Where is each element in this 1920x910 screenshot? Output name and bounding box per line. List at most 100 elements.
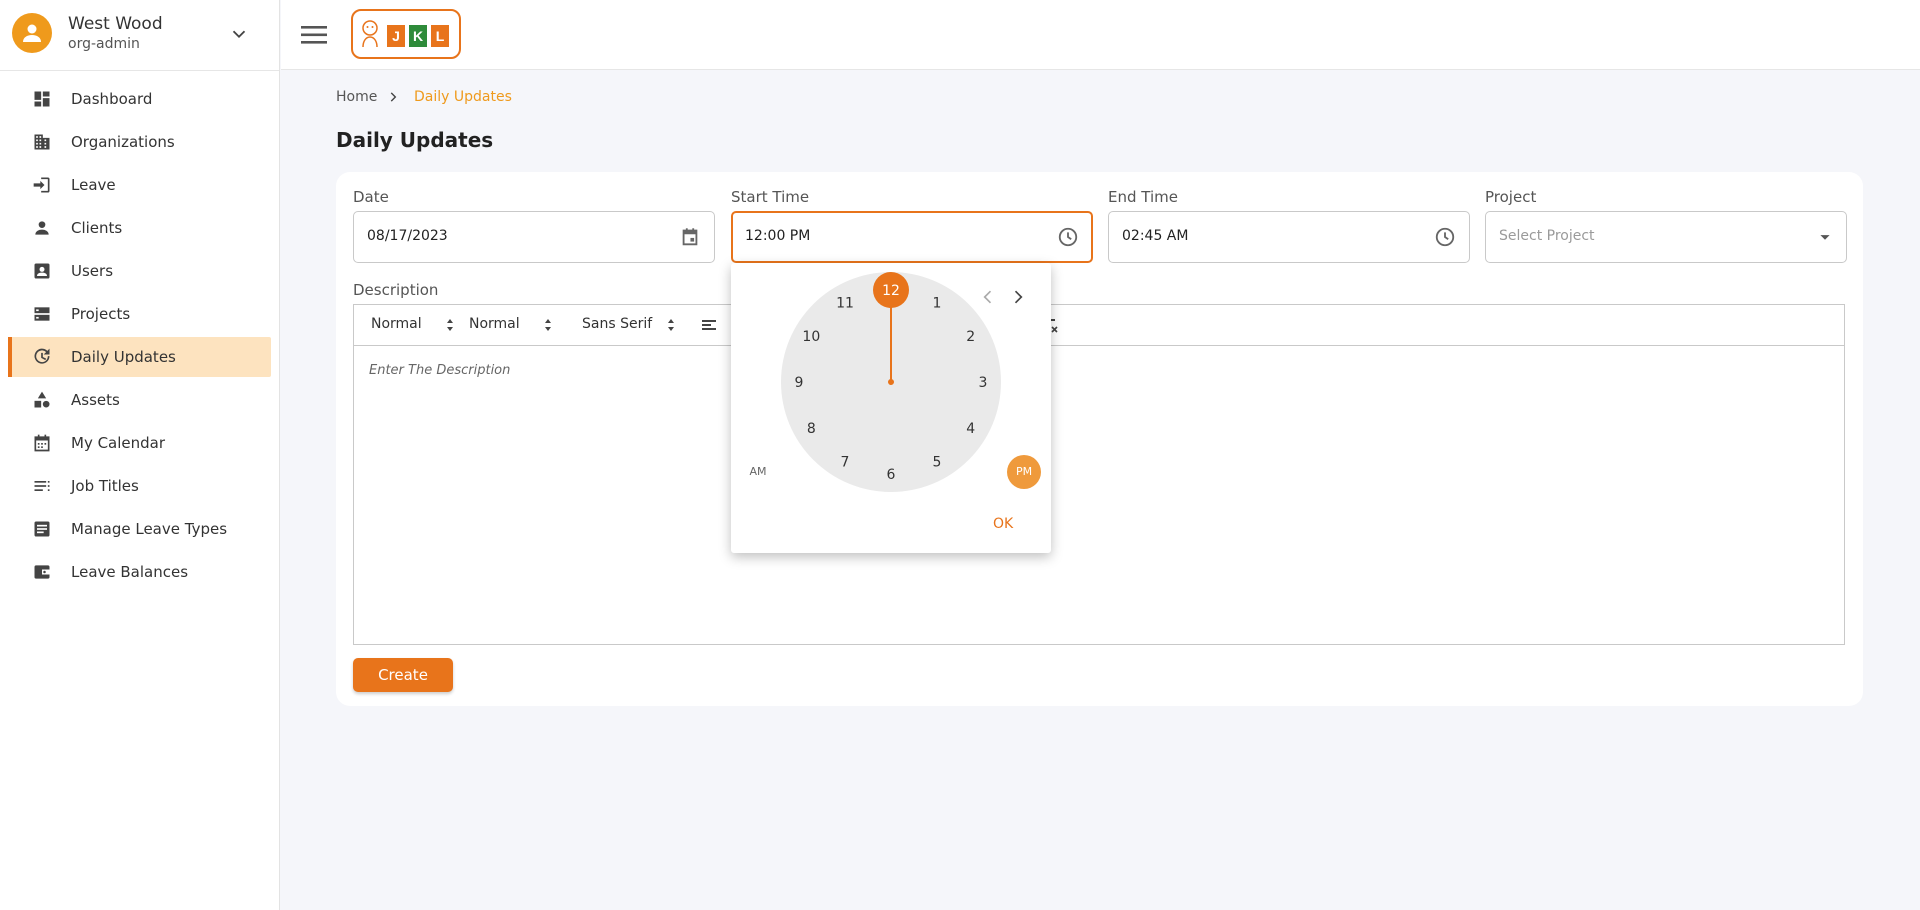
wallet-icon [34, 565, 50, 579]
user-menu[interactable]: West Wood org-admin [0, 0, 279, 71]
chevron-down-icon[interactable] [228, 23, 250, 45]
end-time-label: End Time [1108, 188, 1178, 206]
user-name: West Wood [68, 14, 163, 34]
sidebar-item-label: Organizations [71, 133, 175, 151]
end-time-field[interactable]: 02:45 AM [1108, 211, 1470, 263]
page-title: Daily Updates [336, 128, 494, 152]
sidebar-item-label: Daily Updates [71, 348, 176, 366]
start-time-label: Start Time [731, 188, 810, 206]
date-field[interactable]: 08/17/2023 [353, 211, 715, 263]
project-label: Project [1485, 188, 1537, 206]
sidebar-item-dashboard[interactable]: Dashboard [8, 79, 271, 119]
sidebar-item-label: Job Titles [71, 477, 139, 495]
sidebar-item-label: Manage Leave Types [71, 520, 228, 538]
breadcrumb-home[interactable]: Home [336, 89, 377, 105]
projects-icon [34, 307, 50, 321]
chevron-right-icon[interactable] [1008, 287, 1028, 307]
user-role: org-admin [68, 36, 140, 52]
sidebar-item-manage-leave-types[interactable]: Manage Leave Types [8, 509, 271, 549]
sidebar-item-label: Assets [71, 391, 120, 409]
sidebar-item-label: Clients [71, 219, 123, 237]
clock-hour-5[interactable]: 5 [933, 455, 942, 471]
am-toggle[interactable]: AM [741, 455, 775, 489]
create-button[interactable]: Create [353, 658, 453, 692]
users-icon [34, 263, 50, 279]
clock-hour-1[interactable]: 1 [933, 295, 942, 311]
sidebar-item-clients[interactable]: Clients [8, 208, 271, 248]
sidebar-item-label: Projects [71, 305, 131, 323]
sidebar-item-leave[interactable]: Leave [8, 165, 271, 205]
dashboard-icon [34, 91, 50, 107]
clock-hour-12[interactable]: 12 [882, 283, 900, 299]
description-editor[interactable]: Normal Normal Sans Serif Enter The Descr… [353, 304, 1845, 645]
logo-mascot-icon [362, 20, 378, 48]
avatar [12, 13, 52, 53]
dropdown-arrow-icon[interactable] [1814, 226, 1836, 248]
editor-toolbar: Normal Normal Sans Serif [354, 305, 1844, 346]
sidebar-item-projects[interactable]: Projects [8, 294, 271, 334]
size-select[interactable]: Normal [469, 316, 520, 332]
hamburger-menu-icon[interactable] [299, 22, 329, 48]
job-titles-icon [34, 481, 50, 491]
sidebar-item-my-calendar[interactable]: My Calendar [8, 423, 271, 463]
logo-letter-k: K [409, 25, 427, 47]
select-arrows-icon [545, 319, 551, 331]
description-placeholder: Enter The Description [369, 363, 511, 378]
chevron-right-icon [390, 92, 397, 102]
project-placeholder: Select Project [1499, 228, 1595, 244]
organizations-icon [34, 134, 50, 150]
select-arrows-icon [447, 319, 453, 331]
clock-hour-6[interactable]: 6 [887, 467, 896, 483]
start-time-field[interactable]: 12:00 PM [731, 211, 1093, 263]
daily-updates-icon [34, 348, 50, 364]
select-arrows-icon [668, 319, 674, 331]
logo-letter-l: L [431, 25, 449, 47]
breadcrumb-current: Daily Updates [414, 89, 512, 105]
daily-update-form: Date 08/17/2023 Start Time 12:00 PM End … [336, 172, 1863, 706]
sidebar-item-label: Dashboard [71, 90, 153, 108]
sidebar-item-assets[interactable]: Assets [8, 380, 271, 420]
clients-icon [35, 221, 49, 235]
sidebar-item-label: Leave [71, 176, 116, 194]
chevron-left-icon[interactable] [978, 287, 998, 307]
clock-hour-10[interactable]: 10 [802, 329, 820, 345]
clock-hour-2[interactable]: 2 [966, 329, 975, 345]
sidebar-item-label: Leave Balances [71, 563, 189, 581]
sidebar-item-daily-updates[interactable]: Daily Updates [8, 337, 271, 377]
date-label: Date [353, 188, 389, 206]
clock-hour-7[interactable]: 7 [841, 455, 850, 471]
date-value: 08/17/2023 [367, 228, 448, 244]
start-time-value: 12:00 PM [745, 228, 811, 244]
header-select[interactable]: Normal [371, 316, 422, 332]
sidebar-item-label: My Calendar [71, 434, 166, 452]
clock-hour-4[interactable]: 4 [966, 421, 975, 437]
company-logo[interactable]: J K L [351, 9, 461, 59]
sidebar-item-label: Users [71, 262, 114, 280]
sidebar-item-organizations[interactable]: Organizations [8, 122, 271, 162]
calendar-icon [34, 434, 50, 452]
sidebar-item-job-titles[interactable]: Job Titles [8, 466, 271, 506]
pm-toggle[interactable]: PM [1007, 455, 1041, 489]
clock-hour-11[interactable]: 11 [836, 295, 854, 311]
clock-icon[interactable] [1057, 226, 1079, 248]
calendar-icon[interactable] [679, 226, 701, 248]
sidebar-nav: Dashboard Organizations Leave Clients Us… [8, 79, 271, 595]
ok-button[interactable]: OK [993, 516, 1013, 532]
clock-face[interactable]: 121234567891011 [731, 263, 1051, 503]
person-icon [23, 24, 41, 42]
description-label: Description [353, 281, 439, 299]
leave-icon [33, 177, 50, 193]
end-time-value: 02:45 AM [1122, 228, 1189, 244]
clock-icon[interactable] [1434, 226, 1456, 248]
project-select[interactable]: Select Project [1485, 211, 1847, 263]
time-picker-popup: 12 1 2 3 4 5 6 7 8 9 10 11 AM PM OK [731, 263, 1051, 553]
clock-hour-3[interactable]: 3 [979, 375, 988, 391]
leave-types-icon [34, 521, 50, 537]
clock-hour-8[interactable]: 8 [807, 421, 816, 437]
font-select[interactable]: Sans Serif [582, 316, 652, 332]
align-left-icon[interactable] [701, 318, 717, 332]
sidebar-item-users[interactable]: Users [8, 251, 271, 291]
assets-icon [34, 391, 50, 408]
sidebar-item-leave-balances[interactable]: Leave Balances [8, 552, 271, 592]
clock-hour-9[interactable]: 9 [795, 375, 804, 391]
